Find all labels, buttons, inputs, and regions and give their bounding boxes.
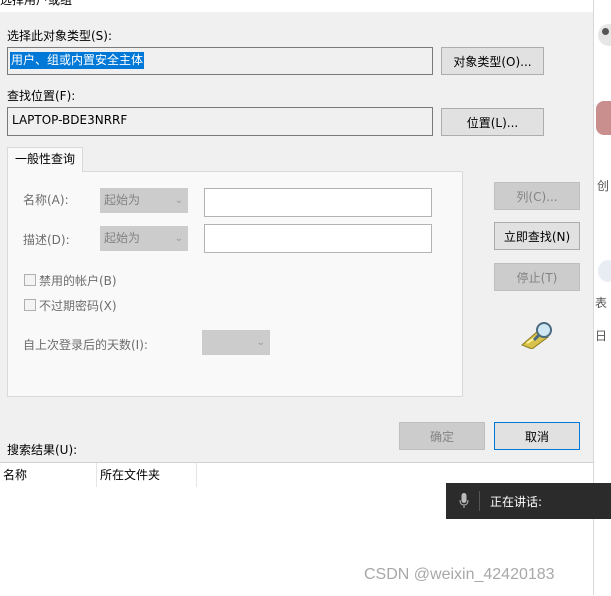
object-type-field[interactable]: 用户、组或内置安全主体: [7, 47, 433, 75]
chevron-down-icon: ⌄: [174, 233, 183, 244]
results-column-folder[interactable]: 所在文件夹: [97, 463, 197, 487]
location-label: 查找位置(F):: [7, 89, 76, 103]
disabled-accounts-label: 禁用的帐户(B): [39, 274, 117, 288]
location-field[interactable]: LAPTOP-BDE3NRRF: [7, 107, 433, 136]
ok-button[interactable]: 确定: [399, 422, 485, 450]
side-char-table: 表: [595, 296, 608, 310]
stop-button[interactable]: 停止(T): [494, 263, 580, 291]
side-char-day: 日: [595, 329, 608, 343]
description-label: 描述(D):: [23, 233, 70, 247]
side-circle: [598, 260, 611, 282]
name-match-value: 起始为: [104, 193, 141, 207]
search-flashlight-icon: [521, 322, 552, 349]
location-value: LAPTOP-BDE3NRRF: [12, 113, 128, 127]
columns-button[interactable]: 列(C)...: [494, 182, 580, 210]
non-expiring-password-checkbox[interactable]: [24, 299, 36, 311]
search-results-label: 搜索结果(U):: [7, 443, 78, 457]
name-match-combo[interactable]: 起始为 ⌄: [100, 188, 188, 213]
non-expiring-password-label: 不过期密码(X): [39, 299, 117, 313]
name-input[interactable]: [204, 188, 432, 217]
tab-general-query[interactable]: 一般性查询: [7, 147, 83, 172]
chevron-down-icon: ⌄: [174, 195, 183, 206]
object-type-label: 选择此对象类型(S):: [7, 29, 113, 43]
locations-button[interactable]: 位置(L)...: [441, 108, 544, 136]
results-column-name[interactable]: 名称: [0, 463, 97, 487]
days-since-logon-combo[interactable]: ⌄: [202, 330, 270, 355]
disabled-accounts-checkbox[interactable]: [24, 274, 36, 286]
cancel-button[interactable]: 取消: [494, 422, 580, 450]
dialog-title: 选择用户或组: [0, 0, 73, 7]
object-types-button[interactable]: 对象类型(O)...: [441, 47, 544, 75]
watermark: CSDN @weixin_42420183: [364, 566, 555, 583]
side-char-create: 创: [597, 179, 610, 193]
user-icon: [598, 24, 611, 46]
object-type-value: 用户、组或内置安全主体: [10, 52, 145, 69]
avatar: [596, 101, 611, 135]
find-now-button[interactable]: 立即查找(N): [494, 222, 580, 250]
description-match-value: 起始为: [104, 231, 141, 245]
dialog-title-bar: 选择用户或组: [0, 0, 593, 12]
description-match-combo[interactable]: 起始为 ⌄: [100, 226, 188, 251]
description-input[interactable]: [204, 224, 432, 253]
speech-recognition-bar: 正在讲话:: [446, 483, 611, 519]
chevron-down-icon: ⌄: [256, 337, 265, 348]
speech-bar-divider: [479, 491, 480, 511]
days-since-logon-label: 自上次登录后的天数(I):: [23, 338, 148, 352]
microphone-icon[interactable]: [459, 493, 469, 509]
name-label: 名称(A):: [23, 193, 69, 207]
speech-status-text: 正在讲话:: [490, 495, 543, 509]
